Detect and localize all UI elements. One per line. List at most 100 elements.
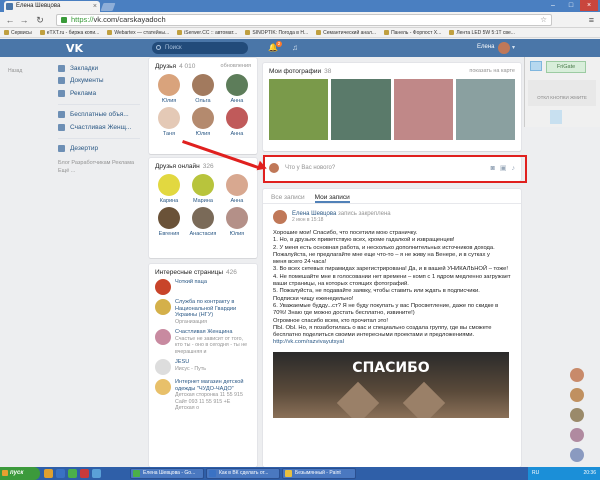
bookmark-item[interactable]: SINOPTIK: Погода в Н...	[245, 28, 308, 37]
chrome-menu-icon[interactable]: ≡	[589, 15, 594, 25]
skype-icon[interactable]	[92, 469, 101, 478]
forward-icon[interactable]: →	[18, 14, 30, 26]
avatar[interactable]	[570, 368, 584, 382]
photo-thumbnail[interactable]	[393, 79, 453, 140]
avatar[interactable]	[570, 408, 584, 422]
bookmark-item[interactable]: eTXT.ru - биржа копи...	[39, 28, 99, 37]
chrome-icon[interactable]	[68, 469, 77, 478]
list-item[interactable]: Счастливая Женщина Счастье не зависит от …	[155, 329, 251, 355]
avatar	[191, 207, 214, 229]
avatar[interactable]	[570, 448, 584, 462]
address-bar[interactable]: https://vk.com/carskayadoch ☆	[56, 14, 552, 26]
friend-item[interactable]: Юлия	[186, 107, 220, 137]
friend-item[interactable]: Юлия	[152, 74, 186, 104]
friend-item[interactable]: Юлия	[220, 207, 254, 237]
sidebar-footer-links[interactable]: Блог Разработчикам Реклама Ещё ...	[58, 159, 140, 175]
task-word[interactable]: Как в ВК сделать от...	[206, 468, 280, 479]
wall-tabs: Все записи Мои записи	[263, 189, 521, 204]
interesting-pages-block: Интересные страницы 426 Чоткий паца Служб…	[149, 264, 257, 467]
vk-header: VK Поиск 🔔 2 ♫ Елена ▾	[0, 39, 600, 57]
show-on-map-link[interactable]: показать на карте	[469, 68, 515, 74]
friend-item[interactable]: Анастасия	[186, 207, 220, 237]
tab-my-posts[interactable]: Мои записи	[314, 194, 350, 203]
sidebar-item-happy-woman[interactable]: Счастливая Женщ...	[58, 121, 140, 134]
task-paint[interactable]: Безымянный - Paint	[282, 468, 356, 479]
extension-icon[interactable]	[530, 61, 542, 71]
list-item[interactable]: Служба по контракту в Национальной Гвард…	[155, 299, 251, 325]
reload-icon[interactable]: ↻	[34, 14, 46, 26]
bookmark-item[interactable]: iSerwer.CC :: автомат...	[177, 28, 237, 37]
minimize-icon[interactable]: –	[544, 0, 562, 11]
frigate-button[interactable]: FriGate	[546, 61, 586, 73]
music-icon[interactable]: ♫	[292, 43, 298, 52]
game-icon	[58, 145, 65, 153]
interesting-pages-title[interactable]: Интересные страницы 426	[149, 264, 257, 276]
explorer-icon[interactable]	[44, 469, 53, 478]
friend-item[interactable]: Ольга	[186, 74, 220, 104]
close-window-icon[interactable]: ×	[580, 0, 598, 11]
hand-icon[interactable]	[550, 110, 562, 124]
post-date[interactable]: 2 июн в 15:18	[292, 217, 391, 223]
friend-item[interactable]: Анна	[220, 74, 254, 104]
maximize-icon[interactable]: □	[562, 0, 580, 11]
bookmark-item[interactable]: Сервисы	[4, 28, 32, 37]
sidebar-item-ads[interactable]: Реклама	[58, 87, 140, 100]
bookmark-icon	[177, 30, 183, 35]
wall-block: Все записи Мои записи Елена Шевцова запи…	[263, 189, 521, 467]
browser-tab[interactable]: Елена Шевцова ×	[4, 1, 100, 12]
friend-item[interactable]: Таня	[152, 107, 186, 137]
bookmark-item[interactable]: Семантический анал...	[316, 28, 376, 37]
bookmark-item[interactable]: Webartex — статейны...	[107, 28, 169, 37]
start-button[interactable]: пуск	[0, 467, 40, 480]
photo-thumbnail[interactable]	[269, 79, 329, 140]
search-input[interactable]: Поиск	[152, 42, 248, 54]
header-avatar[interactable]	[498, 42, 510, 54]
post-link[interactable]: http://vk.com/razvivayutsyal	[273, 339, 511, 346]
my-photos-title[interactable]: Мои фотографии 38 показать на карте	[263, 63, 521, 75]
new-tab-button[interactable]	[100, 3, 116, 11]
list-item[interactable]: Интернет магазин детской одежды "ЧУДО-ЧА…	[155, 379, 251, 412]
chevron-down-icon[interactable]: ▾	[512, 44, 515, 51]
avatar	[225, 207, 248, 229]
back-icon[interactable]: ←	[4, 14, 16, 26]
tab-all-posts[interactable]: Все записи	[271, 194, 305, 203]
avatar	[157, 107, 180, 129]
sidebar-item-bookmarks[interactable]: Закладки	[58, 62, 140, 75]
vk-favicon-icon	[6, 3, 13, 10]
bookmark-item[interactable]: Панель - Форпост Х...	[384, 28, 441, 37]
list-item[interactable]: JESU Иисус - Путь	[155, 359, 251, 375]
friend-item[interactable]: Карина	[152, 174, 186, 204]
task-chrome[interactable]: Елена Шевцова - Go...	[130, 468, 204, 479]
friend-item[interactable]: Анна	[220, 107, 254, 137]
friend-item[interactable]: Евгения	[152, 207, 186, 237]
close-tab-icon[interactable]: ×	[93, 1, 97, 12]
interesting-pages-list: Чоткий паца Служба по контракту в Национ…	[149, 276, 257, 419]
bookmark-star-icon[interactable]: ☆	[540, 15, 547, 25]
avatar[interactable]	[273, 210, 287, 224]
photo-thumbnail[interactable]	[455, 79, 515, 140]
post-image[interactable]: СПАСИБО	[273, 351, 509, 418]
sidebar-item-documents[interactable]: Документы	[58, 75, 140, 88]
bookmark-item[interactable]: Лента LED 5W 5:1T све...	[449, 28, 515, 37]
sidebar-item-app[interactable]: Дезертир	[58, 143, 140, 156]
word-icon[interactable]	[56, 469, 65, 478]
search-icon	[156, 45, 161, 50]
group-icon	[58, 123, 65, 131]
avatar[interactable]	[570, 428, 584, 442]
pinned-label: запись закреплена	[338, 211, 391, 217]
clock[interactable]: 20:36	[583, 470, 596, 476]
friend-item[interactable]: Марина	[186, 174, 220, 204]
vk-logo[interactable]: VK	[66, 42, 83, 55]
avatar[interactable]	[570, 388, 584, 402]
list-item[interactable]: Чоткий паца	[155, 279, 251, 295]
cat-ear-shape	[336, 381, 380, 418]
friend-item[interactable]: Анна	[220, 174, 254, 204]
back-to-top-link[interactable]: Назад	[8, 68, 22, 74]
language-indicator[interactable]: RU	[532, 467, 539, 480]
friends-title[interactable]: Друзья 4 010 обновления	[149, 58, 257, 70]
sidebar-item-free-ads[interactable]: Бесплатные объя...	[58, 109, 140, 122]
header-user-name[interactable]: Елена	[477, 44, 495, 50]
photo-thumbnail[interactable]	[331, 79, 391, 140]
opera-icon[interactable]	[80, 469, 89, 478]
friends-grid: Юлия Ольга Анна Таня Юлия Анна	[149, 70, 257, 140]
